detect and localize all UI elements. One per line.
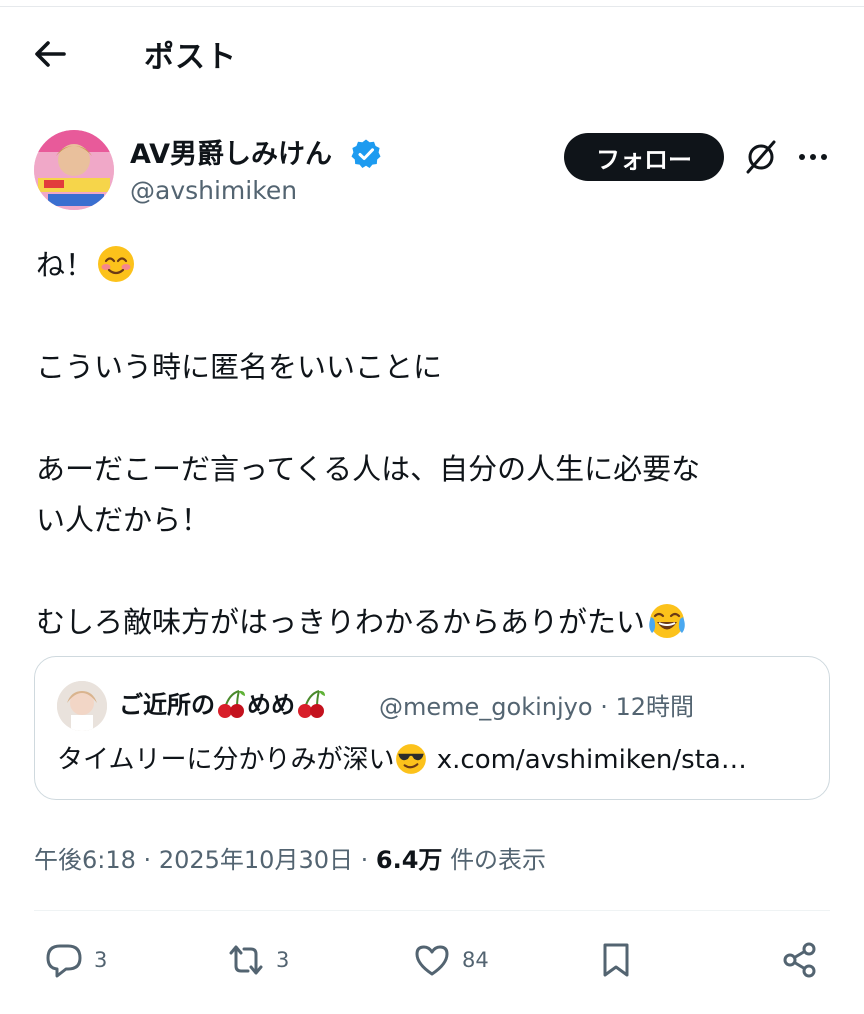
repost-count: 3: [276, 948, 290, 972]
repost-button[interactable]: 3: [226, 932, 289, 988]
post-line: ね！: [36, 240, 826, 291]
post-text: ね！ こういう時に匿名をいいことに あーだこーだ言ってくる人は、自分の人生に必要…: [36, 240, 826, 648]
bookmark-button[interactable]: [596, 932, 636, 988]
post-spacer: [36, 393, 826, 444]
quoted-time: 12時間: [615, 693, 695, 721]
cherry-icon: [298, 690, 325, 718]
heart-icon: [415, 945, 449, 976]
post-metadata: 午後6:18 · 2025年10月30日 · 6.4万 件の表示: [34, 846, 547, 874]
cherry-icon: [218, 690, 245, 718]
page-title: ポスト: [144, 40, 237, 75]
post-line: むしろ敵味方がはっきりわかるからありがたい: [36, 597, 826, 648]
divider: [34, 910, 830, 911]
grok-icon[interactable]: [742, 138, 780, 176]
post-date[interactable]: 2025年10月30日: [159, 846, 353, 874]
like-button[interactable]: 84: [412, 932, 489, 988]
display-name[interactable]: AV男爵しみけん: [130, 132, 332, 171]
quoted-display-name[interactable]: ご近所の めめ: [119, 685, 327, 720]
post-spacer: [36, 291, 826, 342]
reply-count: 3: [94, 948, 108, 972]
post-spacer: [36, 546, 826, 597]
action-bar: 3 3 84: [0, 932, 864, 988]
quoted-avatar[interactable]: [57, 681, 107, 731]
back-button[interactable]: [30, 36, 74, 72]
face-with-tears-of-joy-icon: [649, 604, 685, 638]
reply-button[interactable]: 3: [44, 932, 107, 988]
more-options-icon[interactable]: [796, 140, 830, 174]
post-line: あーだこーだ言ってくる人は、自分の人生に必要な: [36, 452, 701, 486]
quoted-handle: @meme_gokinjyo: [379, 693, 593, 721]
author-handle[interactable]: @avshimiken: [130, 176, 297, 205]
verified-badge-icon: [351, 139, 381, 168]
post-time[interactable]: 午後6:18: [34, 846, 136, 874]
smiling-face-with-sunglasses-icon: [396, 743, 427, 774]
page-header: ポスト: [0, 22, 864, 86]
smiling-face-with-blush-icon: [98, 246, 135, 282]
quoted-post[interactable]: ご近所の めめ @meme_gokinjyo · 12時間 タイムリーに分かりみ…: [34, 656, 830, 800]
reply-icon: [46, 944, 82, 978]
quoted-link[interactable]: x.com/avshimiken/sta…: [437, 745, 747, 775]
view-count-label: 件の表示: [450, 846, 547, 874]
quoted-meta: @meme_gokinjyo · 12時間: [379, 693, 695, 721]
share-icon: [783, 942, 816, 978]
top-border: [0, 6, 864, 7]
post-line: こういう時に匿名をいいことに: [36, 350, 443, 384]
avatar[interactable]: [34, 130, 114, 210]
share-button[interactable]: [780, 932, 820, 988]
arrow-left-icon: [35, 41, 66, 67]
bookmark-icon: [603, 943, 629, 977]
quoted-text: タイムリーに分かりみが深い x.com/avshimiken/sta…: [57, 739, 747, 776]
view-count[interactable]: 6.4万: [376, 846, 443, 874]
like-count: 84: [462, 948, 489, 972]
repost-icon: [229, 945, 263, 975]
follow-button[interactable]: フォロー: [564, 133, 724, 181]
post-line: い人だから！: [36, 503, 211, 537]
